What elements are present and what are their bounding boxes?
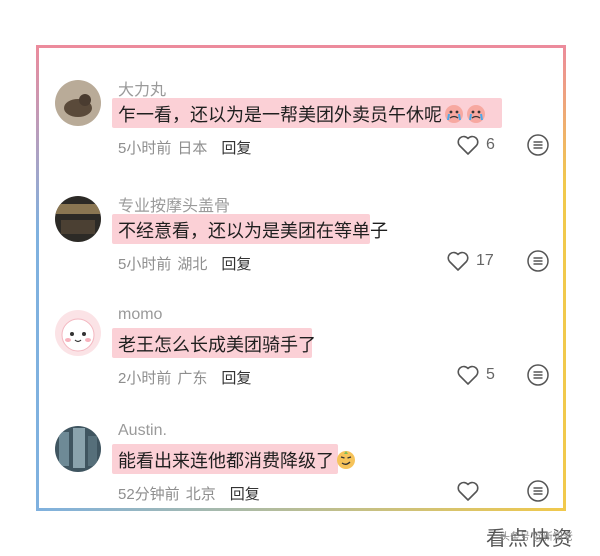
- username[interactable]: 大力丸: [118, 76, 166, 100]
- comment-text: 乍一看，还以为是一帮美团外卖员午休呢: [118, 101, 486, 127]
- like-button[interactable]: 17: [446, 248, 506, 274]
- like-count: 17: [476, 252, 494, 269]
- more-options-button[interactable]: [527, 364, 549, 386]
- comment-text: 能看出来连他都消费降级了: [118, 447, 356, 473]
- menu-circle-icon: [527, 250, 549, 272]
- comment-meta: 2小时前 广东 回复: [118, 367, 251, 388]
- menu-circle-icon: [527, 364, 549, 386]
- username[interactable]: 专业按摩头盖骨: [118, 192, 230, 216]
- reply-button[interactable]: 回复: [221, 256, 251, 273]
- reply-button[interactable]: 回复: [221, 370, 251, 387]
- comment-item: momo 老王怎么长成美团骑手了 2小时前 广东 回复 5: [0, 306, 600, 420]
- comment-location: 日本: [177, 140, 208, 157]
- crying-face-emoji-icon: [444, 104, 464, 124]
- heart-icon: [447, 251, 469, 271]
- watermark-subtext: 头条号 @新知老: [500, 532, 573, 543]
- avatar[interactable]: [55, 80, 101, 126]
- reply-button[interactable]: 回复: [230, 486, 260, 503]
- like-count: 5: [486, 366, 495, 383]
- username[interactable]: Austin.: [118, 422, 167, 440]
- menu-circle-icon: [527, 480, 549, 502]
- smirk-face-emoji-icon: [336, 450, 356, 470]
- like-button[interactable]: 5: [456, 362, 516, 388]
- like-button[interactable]: 6: [456, 132, 516, 158]
- comment-location: 湖北: [177, 256, 208, 273]
- frame-top-border: [36, 45, 566, 48]
- comment-item: Austin. 能看出来连他都消费降级了 52分钟前 北京 回复: [0, 422, 600, 536]
- comment-item: 大力丸 乍一看，还以为是一帮美团外卖员午休呢 5小时前 日本 回复 6: [0, 80, 600, 190]
- avatar[interactable]: [55, 310, 101, 356]
- comment-text: 不经意看，还以为是美团在等单子: [118, 221, 388, 241]
- comment-time: 5小时前: [118, 140, 172, 157]
- heart-icon: [457, 135, 479, 155]
- username[interactable]: momo: [118, 306, 162, 324]
- like-button[interactable]: [456, 478, 516, 504]
- avatar[interactable]: [55, 196, 101, 242]
- avatar[interactable]: [55, 426, 101, 472]
- heart-icon: [457, 365, 479, 385]
- heart-icon: [457, 481, 479, 501]
- crying-face-emoji-icon: [466, 104, 486, 124]
- comment-time: 52分钟前: [118, 486, 180, 503]
- comment-meta: 5小时前 日本 回复: [118, 137, 251, 158]
- like-count: 6: [486, 136, 495, 153]
- menu-circle-icon: [527, 134, 549, 156]
- more-options-button[interactable]: [527, 480, 549, 502]
- comment-text: 老王怎么长成美团骑手了: [118, 335, 316, 355]
- reply-button[interactable]: 回复: [221, 140, 251, 157]
- comment-item: 专业按摩头盖骨 不经意看，还以为是美团在等单子 5小时前 湖北 回复 17: [0, 196, 600, 306]
- more-options-button[interactable]: [527, 250, 549, 272]
- comment-time: 2小时前: [118, 370, 172, 387]
- comment-location: 广东: [177, 370, 208, 387]
- comment-location: 北京: [185, 486, 216, 503]
- comment-meta: 52分钟前 北京 回复: [118, 483, 260, 504]
- comment-time: 5小时前: [118, 256, 172, 273]
- more-options-button[interactable]: [527, 134, 549, 156]
- comment-meta: 5小时前 湖北 回复: [118, 253, 251, 274]
